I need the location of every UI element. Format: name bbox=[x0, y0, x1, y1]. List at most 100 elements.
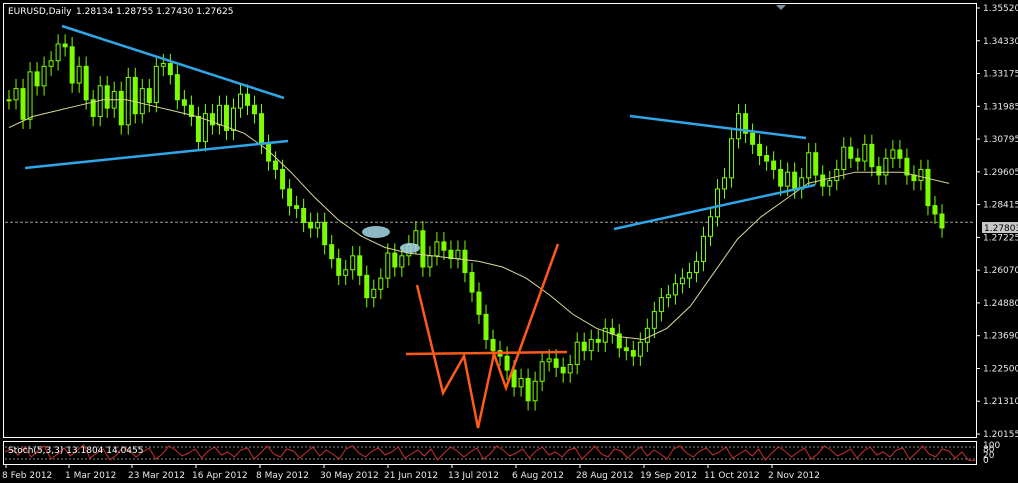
candle-body bbox=[679, 277, 685, 285]
candle-body bbox=[6, 99, 12, 102]
candle-body bbox=[20, 88, 26, 120]
candle-body bbox=[637, 341, 643, 357]
candle-body bbox=[294, 205, 300, 209]
candle-body bbox=[476, 291, 482, 315]
candle-body bbox=[364, 274, 370, 299]
candle-body bbox=[27, 71, 33, 120]
candle-body bbox=[785, 171, 791, 187]
x-tick-label: 1 Mar 2012 bbox=[65, 471, 116, 481]
candle-body bbox=[651, 311, 657, 329]
candle-body bbox=[245, 93, 251, 106]
candle-body bbox=[252, 104, 258, 115]
y-tick-label: 1.22500 bbox=[983, 364, 1018, 374]
candle-body bbox=[139, 88, 145, 115]
candle-body bbox=[469, 272, 475, 293]
candle-body bbox=[841, 146, 847, 170]
candle-body bbox=[806, 152, 812, 179]
candle-body bbox=[658, 297, 664, 313]
x-tick-label: 28 Aug 2012 bbox=[576, 471, 634, 481]
candle-body bbox=[280, 168, 286, 190]
y-tick-label: 1.34330 bbox=[983, 37, 1018, 47]
stoch-axis: 10080200 bbox=[983, 441, 1000, 466]
y-tick-label: 1.20155 bbox=[983, 430, 1018, 440]
triangle-lower-right bbox=[613, 183, 816, 231]
candle-body bbox=[904, 157, 910, 176]
candle-body bbox=[750, 132, 756, 145]
candle-body bbox=[420, 230, 426, 268]
candle-body bbox=[132, 76, 138, 115]
ohlc-values: 1.28134 1.28755 1.27430 1.27625 bbox=[76, 7, 233, 17]
candle-body bbox=[378, 277, 384, 290]
candle-body bbox=[827, 180, 833, 187]
candle-body bbox=[455, 249, 461, 260]
candle-body bbox=[539, 361, 545, 382]
candle-body bbox=[546, 358, 552, 363]
chart-canvas[interactable]: EURUSD,Daily 1.28134 1.28755 1.27430 1.2… bbox=[0, 0, 1018, 483]
x-tick-label: 13 Jul 2012 bbox=[448, 471, 499, 481]
y-tick-label: 1.23690 bbox=[983, 332, 1018, 342]
candle-body bbox=[69, 46, 75, 84]
candle-body bbox=[729, 138, 735, 179]
shift-marker-icon[interactable] bbox=[776, 5, 786, 10]
candle-body bbox=[504, 355, 510, 371]
candle-body bbox=[441, 241, 447, 251]
y-tick-label: 1.26070 bbox=[983, 266, 1018, 276]
candle-body bbox=[918, 168, 924, 182]
candle-body bbox=[322, 221, 328, 246]
y-tick-label: 1.31985 bbox=[983, 102, 1018, 112]
candle-body bbox=[813, 152, 819, 176]
candle-body bbox=[757, 143, 763, 157]
candle-body bbox=[939, 213, 945, 229]
candle-body bbox=[237, 93, 243, 109]
y-tick-label: 1.24880 bbox=[983, 299, 1018, 309]
candle-body bbox=[371, 288, 377, 299]
candle-body bbox=[125, 76, 131, 126]
candle-body bbox=[55, 43, 61, 62]
y-tick-label: 1.28415 bbox=[983, 201, 1018, 211]
candle-body bbox=[357, 255, 363, 276]
candle-body bbox=[778, 168, 784, 187]
candle-body bbox=[890, 149, 896, 159]
x-tick-label: 11 Oct 2012 bbox=[704, 471, 760, 481]
candle-body bbox=[118, 90, 124, 126]
candle-body bbox=[259, 113, 265, 145]
candle-body bbox=[146, 88, 152, 104]
candle-body bbox=[567, 364, 573, 374]
candle-body bbox=[301, 207, 307, 223]
candle-body bbox=[715, 188, 721, 218]
candle-body bbox=[399, 255, 405, 268]
candle-body bbox=[462, 249, 468, 274]
candle-body bbox=[83, 65, 89, 101]
x-tick-label: 30 May 2012 bbox=[320, 471, 379, 481]
candle-body bbox=[869, 143, 875, 168]
stoch-scale-label: 0 bbox=[983, 456, 989, 466]
candle-body bbox=[230, 107, 236, 131]
candle-body bbox=[41, 65, 47, 87]
candle-body bbox=[448, 249, 454, 260]
candle-body bbox=[343, 269, 349, 276]
candle-body bbox=[483, 313, 489, 340]
candle-body bbox=[672, 283, 678, 296]
stochastic-oscillator bbox=[4, 444, 976, 461]
symbol-label: EURUSD,Daily bbox=[8, 7, 72, 17]
candle-body bbox=[581, 341, 587, 352]
candle-body bbox=[553, 358, 559, 368]
y-tick-label: 1.35520 bbox=[983, 4, 1018, 14]
candle-body bbox=[174, 74, 180, 101]
candle-body bbox=[630, 350, 636, 357]
x-tick-label: 16 Apr 2012 bbox=[192, 471, 248, 481]
candle-body bbox=[595, 338, 601, 343]
candle-body bbox=[336, 258, 342, 276]
candle-body bbox=[834, 168, 840, 182]
x-tick-label: 6 Aug 2012 bbox=[512, 471, 564, 481]
candle-body bbox=[181, 99, 187, 106]
candle-body bbox=[932, 205, 938, 215]
candle-body bbox=[392, 252, 398, 268]
triangle-upper-left bbox=[61, 24, 285, 100]
neckline bbox=[405, 350, 568, 356]
candle-body bbox=[862, 143, 868, 162]
y-tick-label: 1.30795 bbox=[983, 135, 1018, 145]
marker-1 bbox=[362, 226, 390, 238]
candle-body bbox=[644, 327, 650, 343]
candle-body bbox=[427, 255, 433, 268]
